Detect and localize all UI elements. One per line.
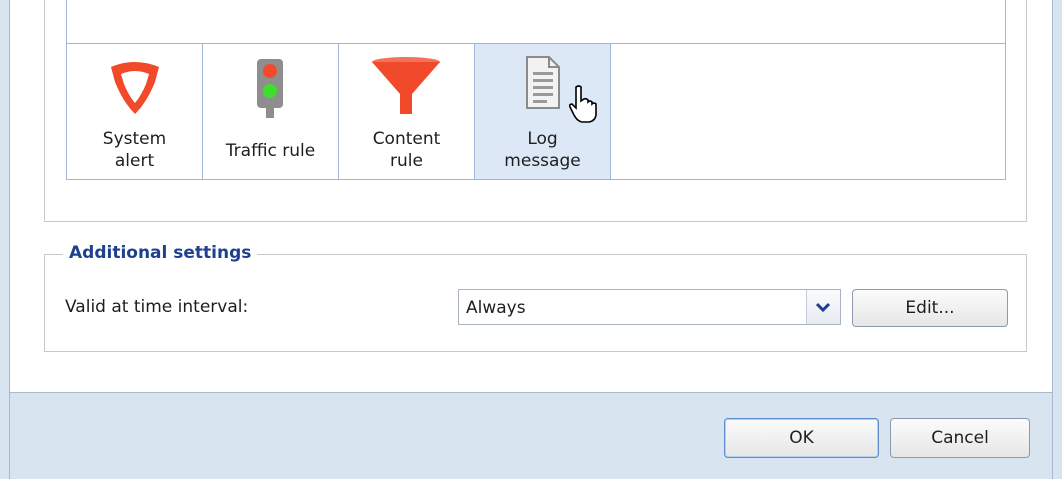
tool-label: Traffic rule bbox=[225, 141, 316, 161]
additional-settings-group: Additional settings Valid at time interv… bbox=[44, 243, 1027, 352]
tool-label-line2: message bbox=[504, 151, 581, 171]
tool-label-line1: Content bbox=[372, 129, 441, 149]
funnel-icon bbox=[372, 57, 440, 114]
action-list[interactable] bbox=[66, 0, 1006, 44]
traffic-light-icon bbox=[257, 59, 283, 118]
tool-label-line1: System bbox=[102, 129, 167, 149]
time-interval-select[interactable]: Always bbox=[458, 289, 841, 325]
dialog-footer: OK Cancel bbox=[10, 393, 1052, 479]
edit-button[interactable]: Edit... bbox=[852, 289, 1008, 327]
tool-label-line2: rule bbox=[390, 151, 423, 171]
tool-label-line2: alert bbox=[114, 151, 155, 171]
action-toolbar: System alert Traffic rule Content rule L… bbox=[66, 43, 1006, 180]
ok-button[interactable]: OK bbox=[724, 418, 879, 458]
cancel-button[interactable]: Cancel bbox=[890, 418, 1030, 458]
shield-icon bbox=[111, 62, 159, 114]
tool-traffic-rule[interactable]: Traffic rule bbox=[203, 44, 339, 179]
time-interval-value: Always bbox=[466, 298, 526, 318]
dialog-content: System alert Traffic rule Content rule L… bbox=[10, 0, 1052, 393]
tool-log-message[interactable]: Log message bbox=[475, 44, 611, 179]
chevron-down-icon bbox=[816, 302, 830, 312]
window-frame-right bbox=[1052, 0, 1062, 479]
dropdown-button[interactable] bbox=[806, 290, 840, 324]
hand-cursor-icon bbox=[568, 85, 597, 123]
window-frame-left bbox=[0, 0, 10, 479]
tool-system-alert[interactable]: System alert bbox=[67, 44, 203, 179]
time-interval-label: Valid at time interval: bbox=[65, 297, 249, 317]
tool-content-rule[interactable]: Content rule bbox=[339, 44, 475, 179]
tool-label-line1: Log bbox=[527, 129, 558, 149]
additional-settings-title: Additional settings bbox=[63, 243, 258, 263]
action-group: System alert Traffic rule Content rule L… bbox=[44, 0, 1027, 222]
